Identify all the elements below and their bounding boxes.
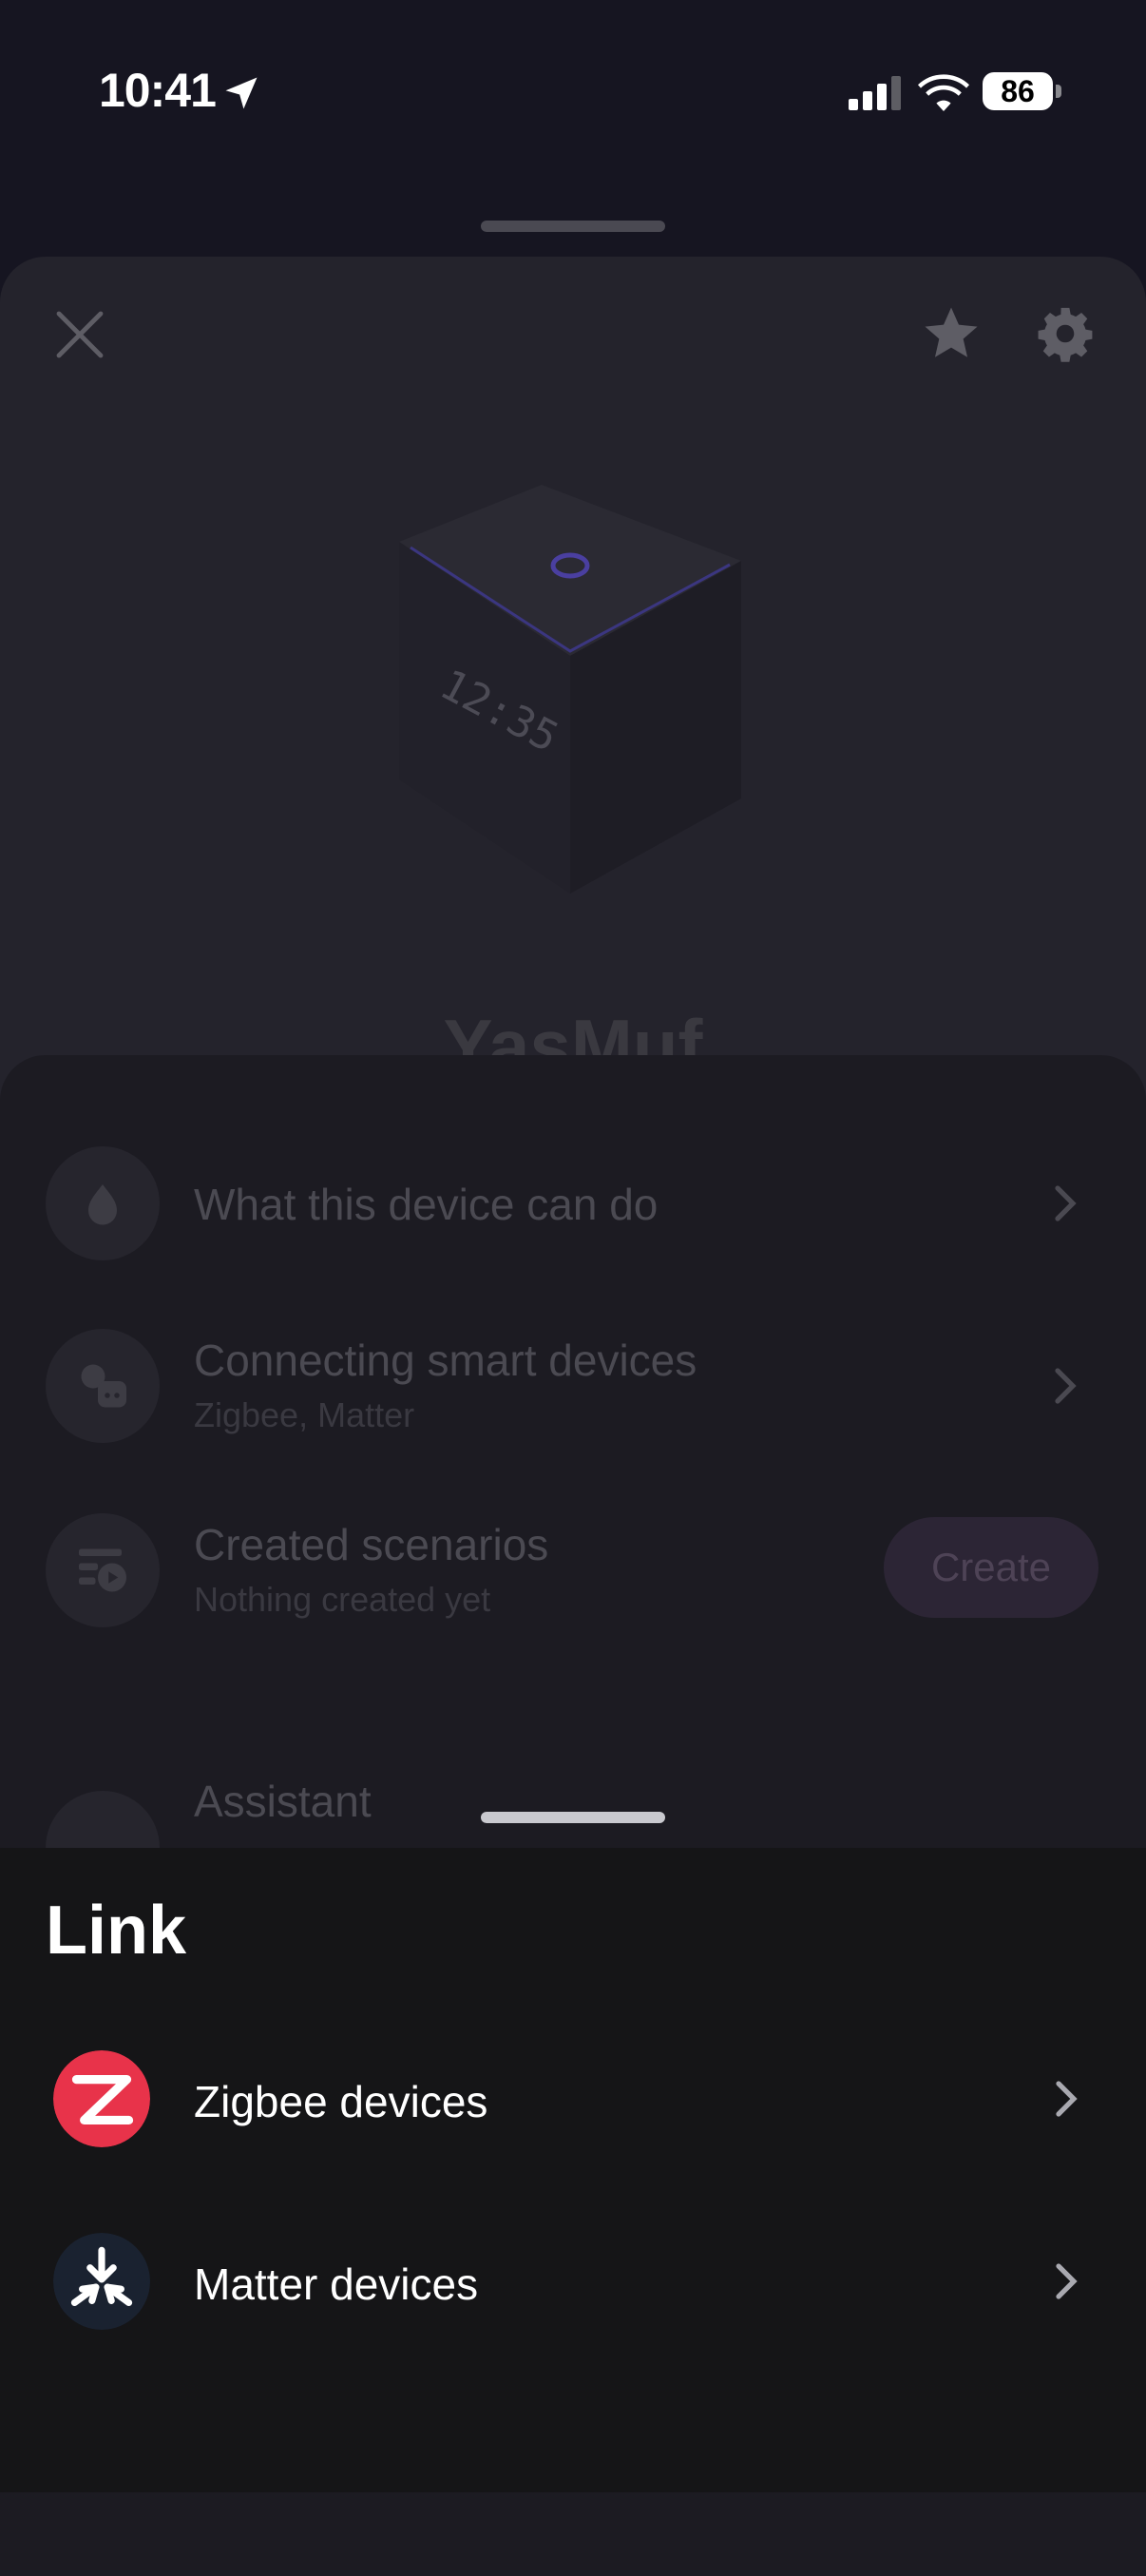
status-time: 10:41 (99, 64, 217, 117)
smart-speaker-image: 12:35 (399, 485, 741, 894)
link-sheet-title: Link (46, 1893, 187, 1969)
assistant-title: Assistant (194, 1777, 372, 1826)
zigbee-logo-icon (53, 2050, 150, 2147)
zigbee-devices-item[interactable]: Zigbee devices (0, 2032, 1146, 2165)
close-icon[interactable] (53, 308, 106, 361)
scenarios-subtitle: Nothing created yet (194, 1580, 491, 1619)
chevron-right-icon (1055, 1185, 1077, 1221)
matter-devices-item[interactable]: Matter devices (0, 2215, 1146, 2348)
chevron-right-icon (1056, 2081, 1078, 2117)
location-arrow-icon (225, 77, 258, 109)
wifi-icon (918, 74, 969, 111)
device-sheet-grabber[interactable] (481, 221, 665, 232)
connecting-subtitle: Zigbee, Matter (194, 1395, 415, 1434)
create-scenario-button[interactable]: Create (884, 1517, 1098, 1618)
chevron-right-icon (1056, 2263, 1078, 2299)
link-sheet-grabber[interactable] (481, 1812, 665, 1823)
battery-indicator: 86 (983, 72, 1062, 114)
assistant-icon (46, 1791, 160, 1852)
battery-level: 86 (1001, 74, 1035, 108)
scenario-icon (46, 1513, 160, 1627)
assistant-drop-icon (46, 1146, 160, 1260)
smart-devices-icon (46, 1329, 160, 1443)
chevron-right-icon (1055, 1368, 1077, 1404)
capabilities-title: What this device can do (194, 1180, 659, 1229)
cellular-signal-icon (849, 76, 901, 110)
connecting-title: Connecting smart devices (194, 1336, 697, 1385)
star-icon[interactable] (920, 302, 983, 365)
gear-icon[interactable] (1036, 304, 1095, 363)
scenarios-title: Created scenarios (194, 1520, 549, 1569)
status-bar: 10:41 86 (0, 0, 1146, 190)
matter-devices-label: Matter devices (194, 2259, 479, 2309)
menu-item-capabilities[interactable]: What this device can do (0, 1146, 1146, 1260)
zigbee-devices-label: Zigbee devices (194, 2077, 488, 2126)
device-name: YasMuf (443, 1004, 703, 1060)
matter-logo-icon (53, 2233, 150, 2330)
menu-item-connecting-devices[interactable]: Connecting smart devices Zigbee, Matter (0, 1329, 1146, 1443)
